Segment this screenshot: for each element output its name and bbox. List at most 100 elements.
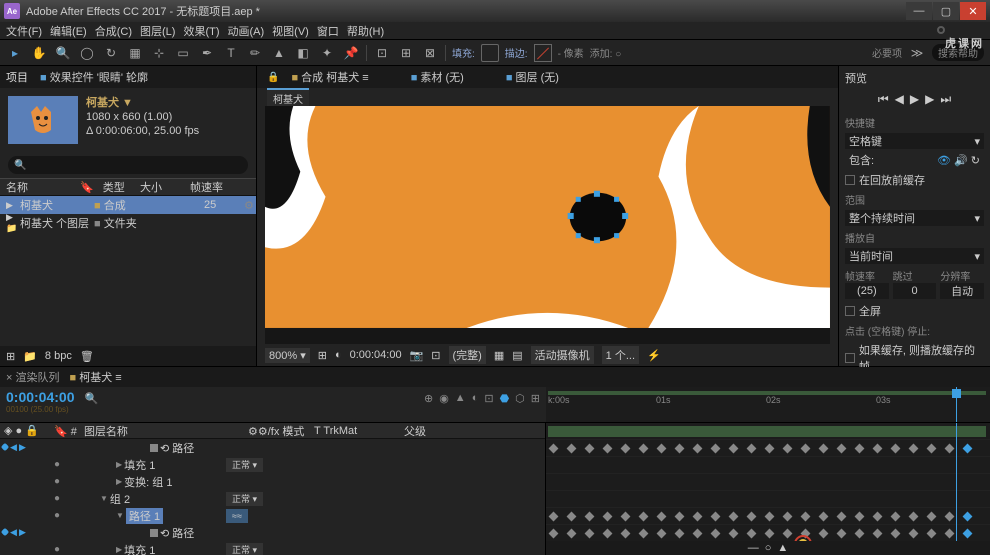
menu-file[interactable]: 文件(F): [4, 22, 44, 40]
menu-window[interactable]: 窗口: [315, 22, 341, 40]
region-icon[interactable]: ⊡: [431, 349, 440, 362]
res-dropdown[interactable]: 自动: [940, 283, 984, 299]
prev-frame-icon[interactable]: ◀: [895, 92, 904, 107]
zoom-out-icon[interactable]: —: [748, 542, 759, 554]
include-audio-icon[interactable]: 🔊: [954, 155, 968, 167]
tab-timeline-comp[interactable]: ■ 柯基犬 ≡: [69, 369, 121, 385]
tab-comp[interactable]: ■ 合成 柯基犬 ≡: [287, 69, 372, 85]
tl-icon[interactable]: ▲: [455, 392, 466, 405]
trash-icon[interactable]: 🗑: [80, 350, 94, 363]
timeline-row[interactable]: ◀▶ ⟲ 路径: [0, 524, 545, 541]
workspace-icon[interactable]: ≫: [908, 44, 926, 62]
roto-tool-icon[interactable]: ✦: [318, 44, 336, 62]
stamp-tool-icon[interactable]: ▲: [270, 44, 288, 62]
interpret-icon[interactable]: ⊞: [6, 350, 15, 363]
pen-tool-icon[interactable]: ✒: [198, 44, 216, 62]
playfrom-dropdown[interactable]: 当前时间▾: [845, 248, 984, 264]
camera-tool-icon[interactable]: ▦: [126, 44, 144, 62]
hand-tool-icon[interactable]: ✋: [30, 44, 48, 62]
tl-icon[interactable]: ⬣: [500, 392, 510, 405]
rgba-icon[interactable]: ⊞: [318, 349, 327, 362]
timecode[interactable]: 0:00:04:00: [6, 389, 75, 405]
tl-icon[interactable]: ⊞: [531, 392, 540, 405]
timeline-row[interactable]: ● ▼组 2 正常 ▾: [0, 490, 545, 507]
comp-breadcrumb[interactable]: 柯基犬: [267, 88, 309, 107]
menu-edit[interactable]: 编辑(E): [48, 22, 89, 40]
project-row-comp[interactable]: ▶ 柯基犬 ■ 合成 25 ⚙: [0, 196, 256, 214]
menu-view[interactable]: 视图(V): [270, 22, 311, 40]
zoom-dropdown[interactable]: 800% ▾: [265, 348, 310, 363]
project-search[interactable]: 🔍: [8, 156, 248, 174]
col-mode[interactable]: ⚙⚙/fx 模式: [214, 423, 314, 439]
minimize-button[interactable]: —: [906, 2, 932, 20]
resolution-dropdown[interactable]: (完整): [449, 346, 486, 364]
cti-line[interactable]: [956, 423, 957, 555]
snap-icon[interactable]: ⊞: [397, 44, 415, 62]
stroke-px[interactable]: - 像素: [558, 45, 584, 60]
timeline-row[interactable]: ● ▶填充 1 正常 ▾: [0, 541, 545, 555]
timeline-row[interactable]: ◀▶ ⟲ 路径: [0, 439, 545, 456]
menu-effect[interactable]: 效果(T): [181, 22, 221, 40]
tl-icon[interactable]: ⊡: [484, 392, 493, 405]
tl-icon[interactable]: ⬡: [515, 392, 525, 405]
tl-icon[interactable]: ⊕: [424, 392, 433, 405]
skip-dropdown[interactable]: 0: [893, 283, 937, 299]
last-frame-icon[interactable]: ⏭: [940, 92, 951, 107]
timeline-graph[interactable]: — ○ ▲: [546, 423, 990, 555]
camera-dropdown[interactable]: 活动摄像机: [531, 346, 594, 364]
menu-layer[interactable]: 图层(L): [138, 22, 177, 40]
timeline-row[interactable]: ● ▶变换: 组 1: [0, 473, 545, 490]
zoom-tool-icon[interactable]: 🔍: [54, 44, 72, 62]
text-tool-icon[interactable]: T: [222, 44, 240, 62]
tab-layer[interactable]: ■ 图层 (无): [502, 69, 563, 85]
next-frame-icon[interactable]: ▶: [925, 92, 934, 107]
fast-preview-icon[interactable]: ⚡: [647, 349, 661, 362]
zoom-in-icon[interactable]: ▲: [777, 542, 788, 554]
close-button[interactable]: ✕: [960, 2, 986, 20]
rotate-tool-icon[interactable]: ↻: [102, 44, 120, 62]
shape-tool-icon[interactable]: ▭: [174, 44, 192, 62]
include-video-icon[interactable]: 👁: [937, 155, 951, 167]
bpc-button[interactable]: 8 bpc: [45, 350, 72, 362]
stroke-swatch[interactable]: [534, 44, 552, 62]
time-display[interactable]: 0:00:04:00: [350, 349, 402, 361]
kf-row[interactable]: [546, 525, 990, 542]
tl-icon[interactable]: ◐: [472, 392, 479, 405]
time-ruler[interactable]: k:00s 01s 02s 03s: [546, 387, 990, 422]
kf-row[interactable]: [546, 491, 990, 508]
zoom-slider[interactable]: ○: [765, 542, 772, 554]
search-timeline-icon[interactable]: 🔍: [85, 392, 99, 405]
comp-viewer[interactable]: [265, 106, 830, 344]
cache-checkbox[interactable]: 在回放前缓存: [845, 172, 984, 188]
tab-render-queue[interactable]: × 渲染队列: [6, 369, 59, 385]
menu-anim[interactable]: 动画(A): [226, 22, 267, 40]
first-frame-icon[interactable]: ⏮: [878, 92, 889, 107]
search-help[interactable]: 搜索帮助: [932, 44, 984, 61]
tab-footage[interactable]: ■ 素材 (无): [407, 69, 468, 85]
kf-row[interactable]: [546, 440, 990, 457]
menu-comp[interactable]: 合成(C): [93, 22, 134, 40]
anchor-tool-icon[interactable]: ⊹: [150, 44, 168, 62]
align-icon[interactable]: ⊡: [373, 44, 391, 62]
timeline-row[interactable]: ● ▼路径 1 ≈≈: [0, 507, 545, 524]
eraser-tool-icon[interactable]: ◧: [294, 44, 312, 62]
comp-thumbnail[interactable]: [8, 96, 78, 144]
col-size[interactable]: 大小: [140, 179, 190, 195]
kf-row[interactable]: [546, 457, 990, 474]
tab-effect-controls[interactable]: ■ 效果控件 '眼睛' 轮廓: [40, 69, 148, 85]
play-icon[interactable]: ▶: [910, 92, 919, 107]
range-dropdown[interactable]: 整个持续时间▾: [845, 210, 984, 226]
col-fps[interactable]: 帧速率: [190, 179, 240, 195]
timeline-row[interactable]: ● ▶填充 1 正常 ▾: [0, 456, 545, 473]
views-dropdown[interactable]: 1 个...: [602, 346, 639, 364]
grid-icon[interactable]: ⊠: [421, 44, 439, 62]
col-name[interactable]: 名称: [0, 179, 80, 195]
maximize-button[interactable]: ▢: [933, 2, 959, 20]
menu-help[interactable]: 帮助(H): [345, 22, 386, 40]
grid-icon[interactable]: ▤: [512, 349, 522, 362]
col-layer[interactable]: 🔖 # 图层名称: [54, 423, 214, 439]
col-parent[interactable]: 父级: [404, 423, 494, 439]
workspace-label[interactable]: 必要项: [872, 45, 902, 60]
guides-icon[interactable]: ▦: [494, 349, 504, 362]
new-folder-icon[interactable]: 📁: [23, 350, 37, 363]
